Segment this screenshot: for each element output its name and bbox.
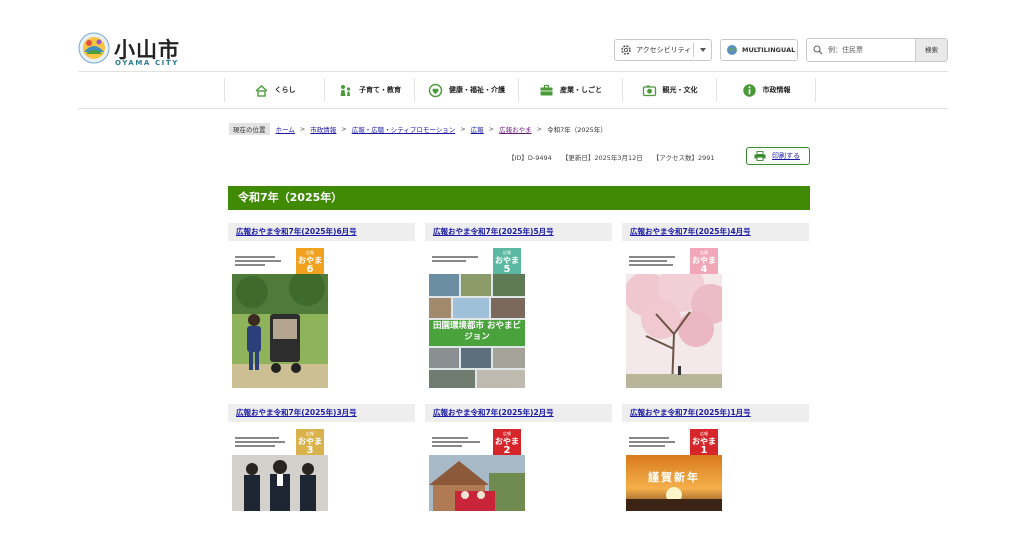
- nav-label: 産業・しごと: [560, 86, 602, 94]
- nav-item-kurashi[interactable]: くらし: [224, 78, 324, 102]
- family-icon: [340, 84, 351, 96]
- issue-link[interactable]: 広報おやま令和7年(2025年)1月号: [630, 408, 751, 417]
- info-icon: [742, 83, 756, 97]
- search-button[interactable]: 検索: [915, 39, 947, 61]
- breadcrumb-link-koho-oyama[interactable]: 広報おやま: [499, 124, 532, 134]
- search-input[interactable]: 例：住民票: [828, 45, 920, 55]
- globe-icon: [727, 45, 737, 55]
- chevron-down-icon[interactable]: [700, 48, 706, 52]
- nav-divider: [78, 108, 948, 109]
- gear-icon: [621, 45, 631, 55]
- issue-card: 広報おやま令和7年(2025年)3月号 広報 おやま 3: [228, 404, 415, 511]
- site-header: 小山市 OYAMA CITY アクセシビリティ MULTILINGUAL 例：住…: [78, 30, 948, 74]
- nav-label: 健康・福祉・介護: [449, 86, 505, 94]
- accessibility-label: アクセシビリティ: [636, 46, 692, 54]
- global-nav: くらし 子育て・教育 健康・福祉・介護 産業・しごと 観光・文化 市政情報: [224, 78, 816, 102]
- site-logo[interactable]: 小山市 OYAMA CITY: [78, 32, 198, 72]
- breadcrumb-current: 令和7年（2025年）: [547, 126, 607, 134]
- print-label: 印刷する: [772, 152, 800, 160]
- issue-card: 広報おやま令和7年(2025年)4月号 広報 おやま 4: [622, 223, 809, 393]
- page-meta: 【ID】D-9494 【更新日】2025年3月12日 【アクセス数】2991: [508, 152, 725, 162]
- breadcrumb-link-koho[interactable]: 広報: [471, 124, 484, 134]
- accessibility-button[interactable]: アクセシビリティ: [614, 39, 712, 61]
- breadcrumb: 現在の位置 ホーム > 市政情報 > 広報・広聴・シティプロモーション > 広報…: [229, 123, 607, 135]
- nav-item-kanko[interactable]: 観光・文化: [622, 78, 716, 102]
- briefcase-icon: [540, 84, 553, 95]
- issue-link[interactable]: 広報おやま令和7年(2025年)5月号: [433, 227, 554, 236]
- breadcrumb-link-home[interactable]: ホーム: [276, 124, 295, 134]
- issue-link[interactable]: 広報おやま令和7年(2025年)3月号: [236, 408, 357, 417]
- updated-date: 【更新日】2025年3月12日: [561, 154, 643, 162]
- nav-label: くらし: [274, 86, 296, 94]
- printer-icon: [754, 151, 766, 161]
- house-icon: [255, 84, 267, 97]
- print-button[interactable]: 印刷する: [746, 147, 810, 165]
- access-count: 【アクセス数】2991: [652, 154, 715, 162]
- issue-link[interactable]: 広報おやま令和7年(2025年)4月号: [630, 227, 751, 236]
- city-seal-icon: [78, 32, 110, 64]
- issue-cover-image[interactable]: 広報 おやま 1 謹賀新年: [626, 429, 722, 511]
- issue-card: 広報おやま令和7年(2025年)2月号 広報 おやま 2: [425, 404, 612, 511]
- site-search: 例：住民票 検索: [806, 38, 948, 62]
- multilingual-button[interactable]: MULTILINGUAL: [720, 39, 798, 61]
- nav-label: 観光・文化: [662, 86, 698, 94]
- nav-item-kenko[interactable]: 健康・福祉・介護: [414, 78, 518, 102]
- header-divider: [78, 71, 948, 72]
- nav-item-shisei[interactable]: 市政情報: [716, 78, 816, 102]
- search-icon: [813, 45, 823, 55]
- page-id: 【ID】D-9494: [508, 154, 552, 162]
- issue-link[interactable]: 広報おやま令和7年(2025年)6月号: [236, 227, 357, 236]
- issue-cover-image[interactable]: 広報 おやま 2: [429, 429, 525, 511]
- cover-banner-text: 謹賀新年: [648, 471, 700, 484]
- issue-card: 広報おやま令和7年(2025年)6月号 広報 おやま 6: [228, 223, 415, 393]
- camera-icon: [642, 85, 656, 96]
- breadcrumb-link-koho-kocho[interactable]: 広報・広聴・シティプロモーション: [352, 124, 455, 134]
- cover-photo-festival: [429, 455, 525, 511]
- issue-card: 広報おやま令和7年(2025年)1月号 広報 おやま 1 謹賀新年: [622, 404, 809, 511]
- cover-photo-cherry-blossom: [626, 274, 722, 388]
- issue-card: 広報おやま令和7年(2025年)5月号 広報 おやま 5 田園環境都市 おやまビ…: [425, 223, 612, 393]
- issue-cover-image[interactable]: 広報 おやま 3: [232, 429, 328, 511]
- cover-banner-text: 田園環境都市 おやまビジョン: [433, 321, 521, 342]
- issue-cover-image[interactable]: 広報 おやま 6: [232, 248, 328, 390]
- page-title: 令和7年（2025年）: [228, 186, 810, 210]
- cover-photo-family: [232, 274, 328, 388]
- issue-cover-image[interactable]: 広報 おやま 5 田園環境都市 おやまビジョン: [429, 248, 525, 390]
- nav-label: 市政情報: [762, 86, 791, 94]
- issue-link[interactable]: 広報おやま令和7年(2025年)2月号: [433, 408, 554, 417]
- health-icon: [428, 83, 443, 97]
- cover-photo-students: [232, 455, 328, 511]
- logo-text-en: OYAMA CITY: [115, 59, 179, 67]
- nav-label: 子育て・教育: [359, 86, 401, 94]
- issue-cover-image[interactable]: 広報 おやま 4: [626, 248, 722, 390]
- breadcrumb-tag: 現在の位置: [229, 123, 270, 135]
- nav-item-sangyo[interactable]: 産業・しごと: [518, 78, 622, 102]
- breadcrumb-link-shisei[interactable]: 市政情報: [310, 124, 336, 134]
- multilingual-label: MULTILINGUAL: [742, 46, 796, 54]
- nav-item-kosodate[interactable]: 子育て・教育: [324, 78, 414, 102]
